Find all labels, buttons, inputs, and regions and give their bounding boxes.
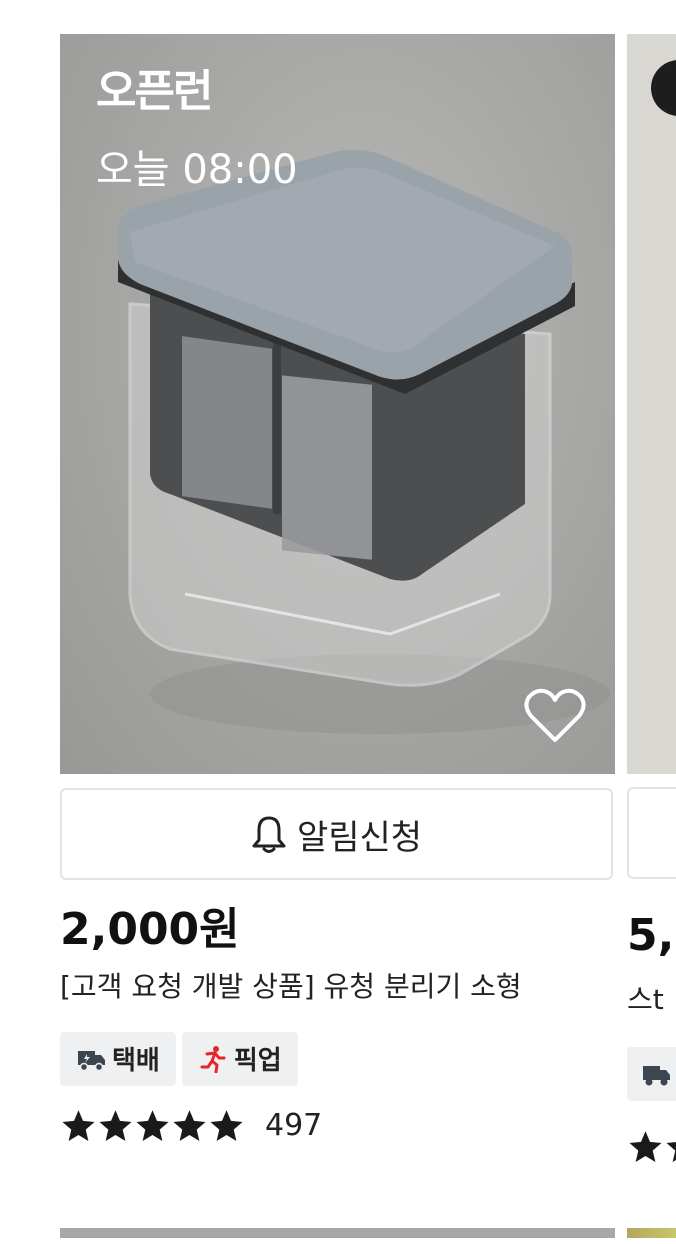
notify-button[interactable]: 알림신청 — [60, 788, 613, 880]
heart-icon[interactable] — [523, 686, 587, 746]
pickup-label: 픽업 — [233, 1046, 282, 1077]
product-photo — [118, 149, 610, 734]
product-price: 2,000원 — [60, 904, 240, 955]
bell-icon — [252, 816, 286, 853]
next-product-badge — [651, 60, 676, 116]
star-rating — [60, 1108, 245, 1144]
star-icon — [62, 1110, 95, 1141]
delivery-badge: 택배 — [60, 1031, 176, 1086]
pickup-badge: 픽업 — [181, 1031, 298, 1086]
next-delivery-badge — [627, 1047, 676, 1101]
product-image[interactable]: 오픈런 오늘 08:00 — [60, 34, 615, 774]
next-product-title[interactable]: 스t — [627, 978, 664, 1018]
open-run-logo: 오픈런 — [96, 66, 213, 117]
next-product-image[interactable] — [627, 34, 676, 774]
rating: 497 — [60, 1108, 615, 1144]
star-icon — [173, 1110, 206, 1141]
star-icon — [666, 1142, 676, 1162]
next-product-card[interactable]: 5, 스t — [627, 34, 676, 1244]
shipping-badges: 택배 픽업 — [60, 1031, 615, 1086]
next-product-price: 5, — [627, 910, 675, 961]
delivery-truck-icon — [643, 1066, 670, 1086]
open-time: 오늘 08:00 — [96, 147, 298, 193]
next-notify-button[interactable] — [627, 787, 676, 879]
review-count: 497 — [265, 1108, 323, 1144]
product-card[interactable]: 오픈런 오늘 08:00 알림신청 2,000원 [고객 요청 개발 상품] 유… — [60, 34, 615, 1144]
star-icon — [629, 1131, 662, 1162]
delivery-label: 택배 — [112, 1046, 160, 1077]
star-icon — [99, 1110, 132, 1141]
notify-label: 알림신청 — [296, 817, 423, 858]
next-star-rating — [627, 1129, 676, 1165]
delivery-truck-icon — [78, 1050, 105, 1072]
product-title[interactable]: [고객 요청 개발 상품] 유청 분리기 소형 — [60, 970, 615, 1004]
star-icon — [136, 1110, 169, 1141]
running-person-icon — [200, 1045, 226, 1073]
next-row-product-image-2[interactable] — [627, 1228, 676, 1238]
next-row-product-image[interactable] — [60, 1228, 615, 1238]
star-icon — [210, 1110, 243, 1141]
